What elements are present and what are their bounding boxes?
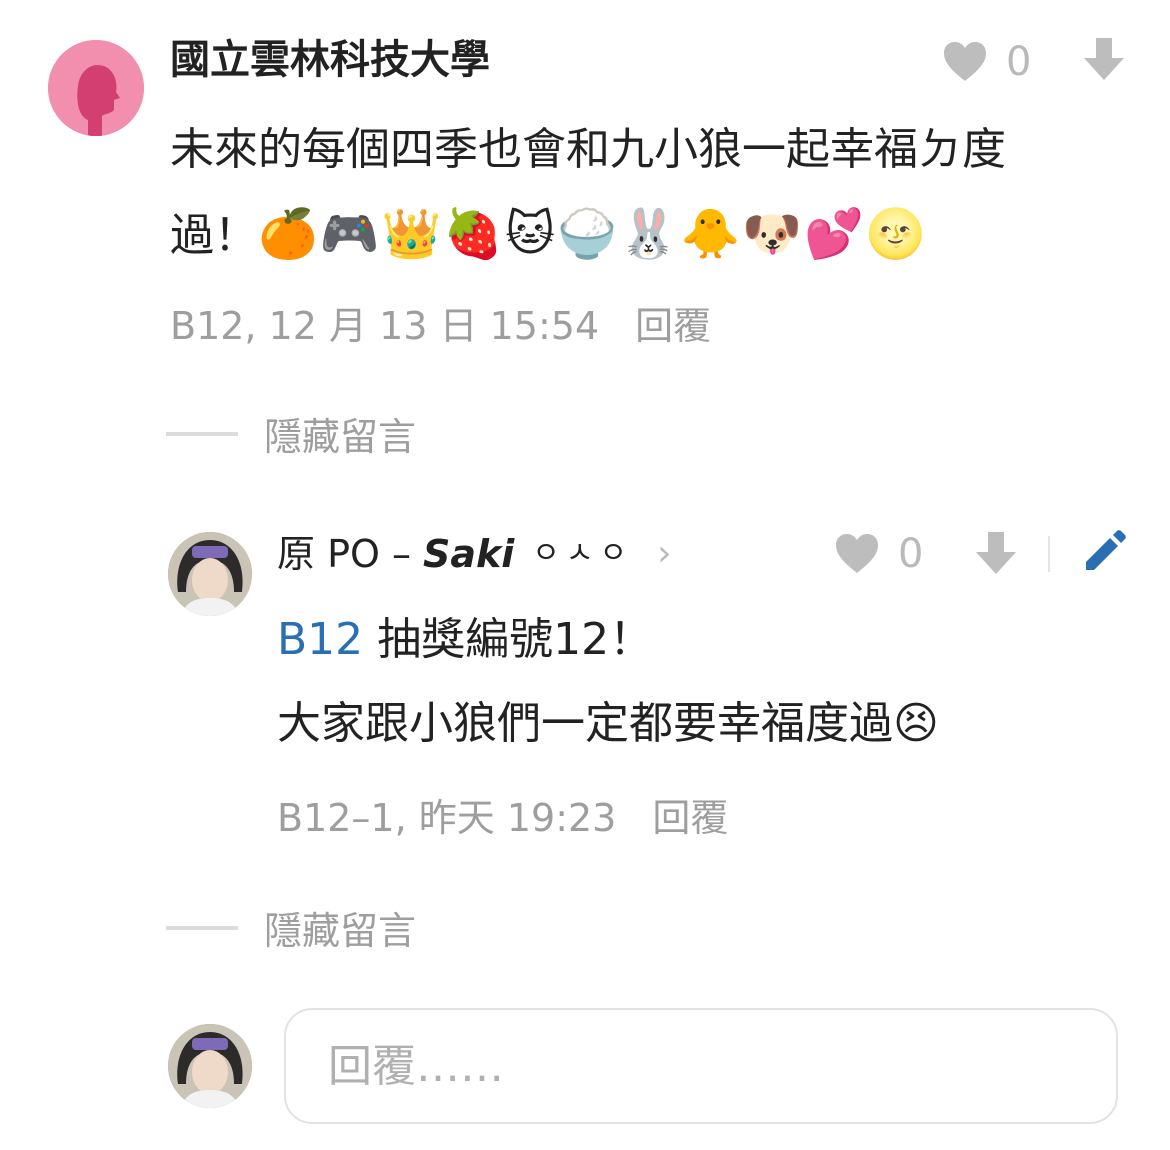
comment-text-line: 未來的每個四季也會和九小狼一起幸福ㄉ度 — [170, 124, 1006, 175]
avatar[interactable] — [48, 40, 144, 136]
chevron-right-icon[interactable]: › — [657, 530, 671, 578]
floor-mention-link[interactable]: B12 — [277, 614, 363, 665]
dislike-arrow-icon[interactable] — [976, 532, 1016, 576]
reply-link[interactable]: 回覆 — [635, 304, 711, 348]
comment-body: 未來的每個四季也會和九小狼一起幸福ㄉ度 過！🍊🎮👑🍓🐱🍚🐰🐥🐶💕🌝 — [170, 108, 1110, 278]
comment-emojis: 🍊🎮👑🍓🐱🍚🐰🐥🐶💕🌝 — [258, 206, 928, 262]
reply-box[interactable] — [284, 1008, 1118, 1124]
edit-pencil-icon[interactable] — [1084, 530, 1126, 572]
avatar[interactable] — [168, 532, 252, 616]
hide-comments-toggle[interactable]: 隱藏留言 — [166, 900, 416, 955]
hide-comments-label: 隱藏留言 — [264, 415, 417, 459]
like-count: 0 — [898, 531, 924, 577]
like-control[interactable]: 0 — [834, 530, 923, 578]
reply-author[interactable]: 原 PO – Saki ㅇㅅㅇ › — [277, 530, 672, 578]
dislike-arrow-icon[interactable] — [1084, 38, 1124, 82]
divider — [166, 925, 238, 930]
reply-author-name: Saki — [422, 532, 515, 576]
floor-timestamp: B12–1, 昨天 19:23 — [277, 796, 617, 840]
divider — [1048, 536, 1050, 572]
hide-comments-label: 隱藏留言 — [264, 909, 417, 953]
like-count: 0 — [1006, 39, 1032, 85]
like-control[interactable]: 0 — [942, 38, 1031, 86]
person-photo-icon — [168, 532, 252, 616]
heart-icon[interactable] — [942, 41, 988, 83]
reply-meta: B12–1, 昨天 19:23 回覆 — [277, 794, 728, 842]
female-avatar-icon — [48, 40, 144, 136]
floor-timestamp: B12, 12 月 13 日 15:54 — [170, 304, 600, 348]
comment-text-line: 過！ — [170, 210, 258, 261]
reply-text-line: 大家跟小狼們一定都要幸福度過😣 — [277, 698, 939, 749]
divider — [166, 431, 238, 436]
reply-input[interactable] — [326, 1039, 1090, 1093]
comment-meta: B12, 12 月 13 日 15:54 回覆 — [170, 302, 711, 350]
comment-author[interactable]: 國立雲林科技大學 — [170, 34, 490, 86]
hide-comments-toggle[interactable]: 隱藏留言 — [166, 406, 416, 461]
op-label: 原 PO – — [277, 532, 411, 576]
reply-body: B12 抽獎編號12！ 大家跟小狼們一定都要幸福度過😣 — [277, 598, 1137, 766]
reply-link[interactable]: 回覆 — [652, 796, 728, 840]
heart-icon[interactable] — [834, 533, 880, 575]
reply-text-line: 抽獎編號12！ — [377, 614, 654, 665]
current-user-avatar — [168, 1024, 252, 1108]
reply-author-suffix: ㅇㅅㅇ — [532, 536, 634, 571]
person-photo-icon — [168, 1024, 252, 1108]
